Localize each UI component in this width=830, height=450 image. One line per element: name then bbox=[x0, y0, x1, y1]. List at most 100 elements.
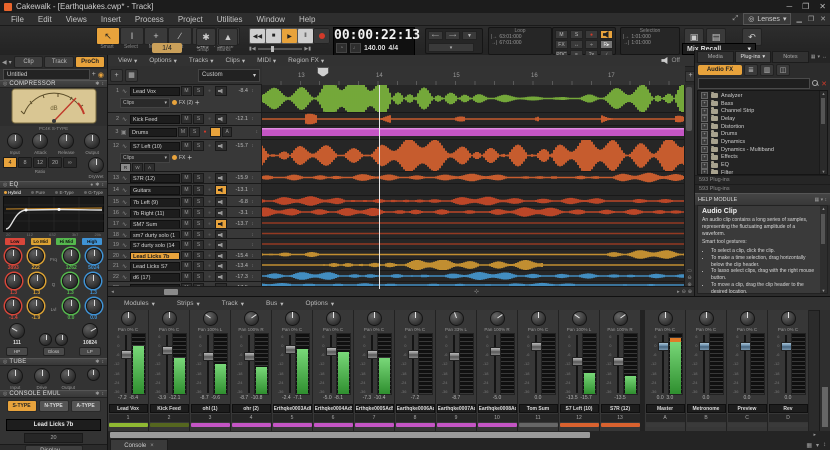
solo-button[interactable]: S bbox=[193, 141, 204, 151]
expand-icon[interactable]: ⤢ bbox=[733, 15, 739, 23]
tube-mix-knob[interactable] bbox=[87, 368, 100, 381]
speaker-icon[interactable] bbox=[215, 230, 227, 238]
add-icon[interactable]: + bbox=[195, 98, 200, 107]
console-menu-options[interactable]: Options▾ bbox=[295, 300, 344, 308]
trackview-menu-view[interactable]: View▾ bbox=[112, 57, 143, 65]
volume-fader[interactable] bbox=[781, 333, 790, 395]
trackview-menu-options[interactable]: Options▾ bbox=[143, 57, 183, 65]
module-power-icon[interactable]: ◎ bbox=[3, 391, 7, 397]
track-name[interactable]: SM7 Sum bbox=[130, 220, 180, 229]
speaker-icon[interactable] bbox=[215, 219, 227, 228]
solo-button[interactable]: S bbox=[193, 219, 204, 228]
help-scrollbar[interactable]: ▲▼ bbox=[820, 206, 827, 293]
track-header[interactable]: 21∿Lead Licks S7MS●-13.4↕ bbox=[108, 260, 262, 270]
solo-button[interactable]: S bbox=[193, 173, 204, 183]
clip-lane[interactable] bbox=[262, 140, 685, 171]
track-manager-icon[interactable]: ▦ bbox=[125, 69, 138, 82]
browser-tab-notes[interactable]: Notes bbox=[772, 51, 809, 63]
record-arm-button[interactable]: ● bbox=[205, 174, 214, 182]
mute-button[interactable]: M bbox=[181, 173, 192, 183]
lowpass-button[interactable]: LP bbox=[79, 347, 101, 356]
track-header[interactable]: 15∿7b Left (9)MS●-6.8↕ bbox=[108, 196, 262, 206]
expand-plus-icon[interactable]: + bbox=[701, 131, 708, 138]
flat-icon[interactable]: ● bbox=[90, 182, 93, 188]
eq-curve-display[interactable] bbox=[3, 196, 104, 232]
record-arm-button[interactable]: ● bbox=[205, 220, 214, 228]
track-name[interactable]: Kick Feed bbox=[130, 115, 180, 124]
expand-icon[interactable]: ↕ bbox=[249, 232, 256, 238]
expand-icon[interactable]: ↕ bbox=[249, 199, 256, 205]
menu-item-edit[interactable]: Edit bbox=[31, 15, 59, 24]
transport-position-slider[interactable]: ▮◀ ▶▮ bbox=[249, 46, 311, 52]
menu-item-views[interactable]: Views bbox=[59, 15, 94, 24]
track-header[interactable]: 19∿S7 durty solo (14MS●↕ bbox=[108, 239, 262, 249]
rescan-icon[interactable]: ◫ bbox=[776, 64, 790, 76]
mute-button[interactable]: M bbox=[181, 197, 192, 206]
solo-button[interactable]: S bbox=[193, 208, 204, 217]
record-arm-button[interactable]: ● bbox=[205, 231, 214, 238]
speaker-icon[interactable] bbox=[215, 208, 227, 217]
tree-item[interactable]: +Drums bbox=[698, 130, 819, 138]
track-name[interactable]: Lead Licks 7b bbox=[130, 252, 180, 260]
lenses-dropdown[interactable]: ◎ Lenses ▾ bbox=[743, 13, 791, 25]
console-menu-bus[interactable]: Bus▾ bbox=[256, 300, 293, 308]
clip-lane[interactable] bbox=[262, 172, 685, 183]
pan-knob[interactable] bbox=[699, 311, 714, 326]
tab-clip[interactable]: Clip bbox=[14, 56, 44, 68]
menu-item-window[interactable]: Window bbox=[250, 15, 292, 24]
chevron-down-icon[interactable]: ▾ bbox=[816, 442, 819, 449]
restore-button[interactable]: ❐ bbox=[802, 2, 809, 11]
tree-item[interactable]: +Dynamics - Multiband bbox=[698, 146, 819, 154]
audio-fx-button[interactable]: Audio FX bbox=[698, 65, 742, 75]
console-menu-strips[interactable]: Strips▾ bbox=[167, 300, 210, 308]
fx-chip[interactable]: FX (2) bbox=[172, 100, 193, 106]
scroll-left-icon[interactable]: ◂ bbox=[108, 289, 117, 295]
tree-item[interactable]: +Distortion bbox=[698, 123, 819, 131]
track-name[interactable]: S7 Left (10) bbox=[130, 142, 180, 151]
step-forward-button[interactable]: ⟶ bbox=[445, 31, 460, 40]
menu-item-utilities[interactable]: Utilities bbox=[210, 15, 250, 24]
expand-icon[interactable]: ↕ bbox=[249, 253, 256, 259]
drywet-knob[interactable] bbox=[88, 157, 104, 173]
expand-plus-icon[interactable]: + bbox=[701, 100, 708, 107]
expand-plus-icon[interactable]: + bbox=[701, 146, 708, 153]
mute-button[interactable]: M bbox=[181, 114, 192, 124]
dock-icon[interactable]: ▦ bbox=[806, 442, 812, 449]
menu-item-file[interactable]: File bbox=[4, 15, 31, 24]
scroll-thumb[interactable] bbox=[686, 87, 692, 131]
pause-button[interactable]: ‖ bbox=[297, 28, 314, 44]
time-ruler[interactable]: + 1314151617 bbox=[262, 66, 685, 86]
display-dropdown[interactable]: Display▾ bbox=[25, 445, 83, 450]
audio-engine-button[interactable] bbox=[600, 30, 613, 39]
mdi-button-1[interactable]: ❐ bbox=[808, 15, 814, 23]
track-name[interactable]: Guitars bbox=[130, 186, 180, 195]
tube-drive-knob[interactable] bbox=[34, 368, 50, 384]
layout-icon[interactable]: ▥ bbox=[760, 64, 774, 76]
solo-button[interactable]: S bbox=[189, 127, 200, 137]
volume-fader[interactable] bbox=[658, 333, 667, 395]
eq-mode-e-type[interactable]: E-Type bbox=[55, 190, 73, 195]
goto-start-icon[interactable]: ▮◀ bbox=[249, 46, 256, 52]
tool-select-button[interactable]: I bbox=[120, 27, 144, 45]
eq-frequency-knob[interactable] bbox=[63, 248, 79, 264]
search-input[interactable] bbox=[698, 78, 810, 89]
volume-fader[interactable] bbox=[162, 333, 171, 395]
zoom-out-icon[interactable]: ⊖ bbox=[682, 289, 686, 295]
tube-input-knob[interactable] bbox=[7, 368, 23, 384]
goto-end-icon[interactable]: ▶▮ bbox=[304, 46, 311, 52]
power-icon[interactable]: ◉ bbox=[98, 71, 104, 79]
mdi-button-2[interactable]: ✕ bbox=[820, 15, 826, 23]
chevron-down-icon[interactable]: ▾ bbox=[9, 59, 12, 66]
output-knob[interactable] bbox=[84, 133, 100, 149]
speaker-icon[interactable] bbox=[215, 261, 227, 270]
mdi-button-0[interactable]: ▁ bbox=[796, 15, 801, 23]
pan-knob[interactable] bbox=[121, 311, 136, 326]
band-hi-mid-button[interactable]: Hi Mid bbox=[56, 238, 76, 245]
now-marker[interactable] bbox=[317, 67, 329, 77]
scroll-thumb[interactable] bbox=[164, 289, 178, 295]
expand-icon[interactable]: ↕ bbox=[249, 187, 256, 193]
tree-item[interactable]: +EQ bbox=[698, 161, 819, 169]
frame-rate-icon[interactable]: ♩ bbox=[350, 43, 361, 53]
band-low-button[interactable]: Low bbox=[5, 238, 25, 245]
mute-button[interactable]: M bbox=[181, 208, 192, 217]
